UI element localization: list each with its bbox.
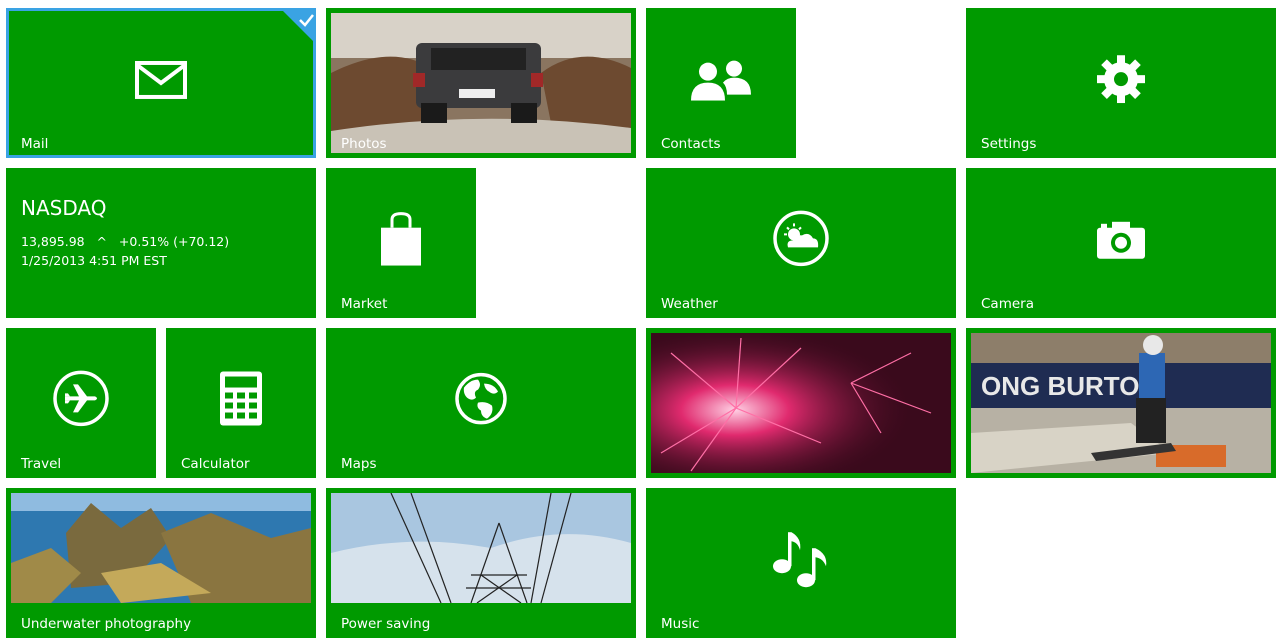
tile-weather[interactable]: Weather [646,168,956,318]
tile-photo-snowboard[interactable]: ONG BURTO [966,328,1276,478]
airplane-icon [53,370,109,427]
tile-nasdaq[interactable]: NASDAQ 13,895.98 ^ +0.51% (+70.12) 1/25/… [6,168,316,318]
fireworks-image [651,333,951,473]
tile-mail[interactable]: Mail [6,8,316,158]
shopping-bag-icon [381,212,421,266]
tile-settings[interactable]: Settings [966,8,1276,158]
tile-power-saving[interactable]: Power saving [326,488,636,638]
tile-market[interactable]: Market [326,168,476,318]
gear-icon [1097,55,1145,104]
stock-index-name: NASDAQ [21,196,107,220]
tile-label: Travel [21,456,62,472]
stock-quote: 13,895.98 ^ +0.51% (+70.12) [21,234,230,249]
svg-text:ONG BURTO: ONG BURTO [981,371,1139,401]
tile-label: Camera [981,296,1034,312]
tile-travel[interactable]: Travel [6,328,156,478]
weather-icon [773,210,829,267]
tile-label: Calculator [181,456,250,472]
tile-calculator[interactable]: Calculator [166,328,316,478]
snowboard-image: ONG BURTO [971,333,1271,473]
tile-music[interactable]: Music [646,488,956,638]
tile-label: Mail [21,136,49,152]
tile-contacts[interactable]: Contacts [646,8,796,158]
stock-timestamp: 1/25/2013 4:51 PM EST [21,253,167,268]
tile-camera[interactable]: Camera [966,168,1276,318]
tile-label: Power saving [341,616,431,632]
tile-label: Maps [341,456,377,472]
tile-label: Weather [661,296,718,312]
checkmark-icon [280,8,316,44]
mail-icon [135,60,187,99]
tile-label: Photos [341,136,387,152]
tile-label: Contacts [661,136,721,152]
globe-icon [455,372,507,425]
tile-label: Music [661,616,700,632]
tile-underwater-photography[interactable]: Underwater photography [6,488,316,638]
tile-label: Market [341,296,388,312]
contacts-icon [691,60,751,101]
photos-image-suv [331,13,631,153]
calculator-icon [220,371,262,426]
tile-label: Settings [981,136,1037,152]
tile-maps[interactable]: Maps [326,328,636,478]
music-note-icon [773,532,827,588]
tile-photos[interactable]: Photos [326,8,636,158]
tile-photo-fireworks[interactable] [646,328,956,478]
rocky-coast-image [11,493,311,603]
camera-icon [1097,221,1145,259]
power-lines-image [331,493,631,603]
tile-label: Underwater photography [21,616,192,632]
